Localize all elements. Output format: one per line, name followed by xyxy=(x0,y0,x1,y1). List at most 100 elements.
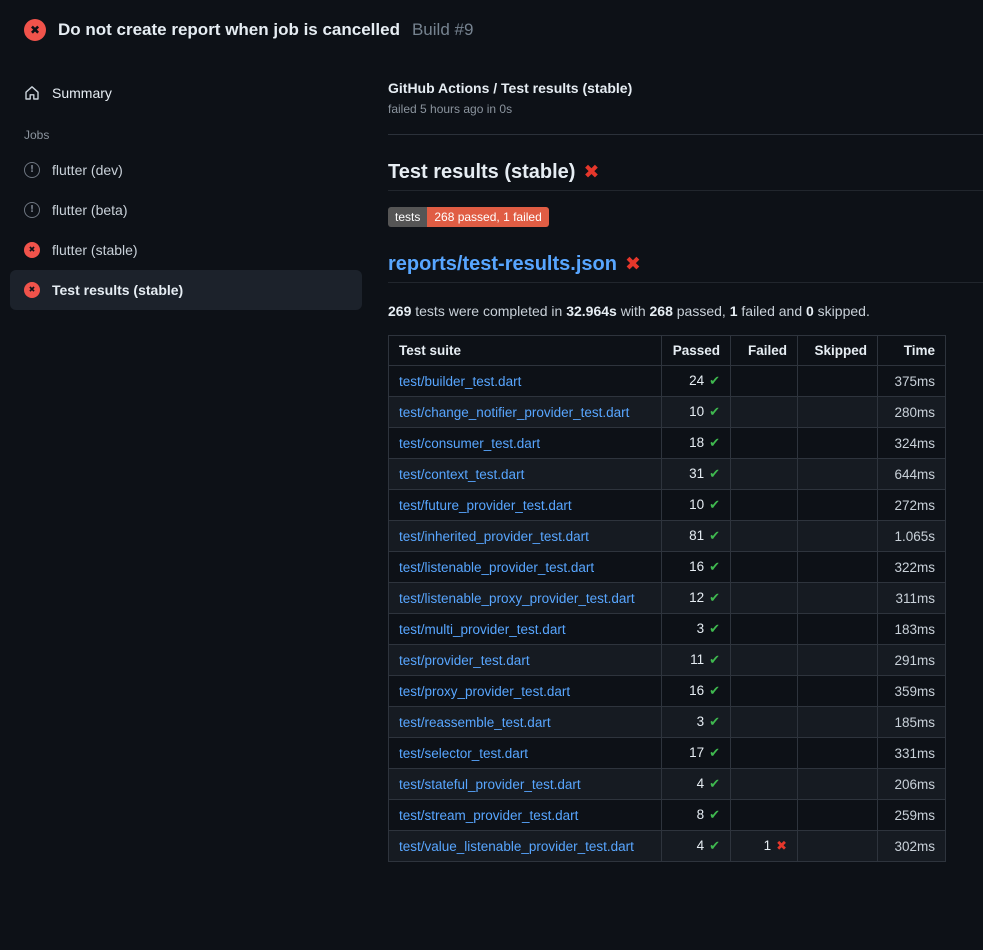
sidebar-job-item[interactable]: ✖ Test results (stable) xyxy=(10,270,362,310)
suite-link[interactable]: test/consumer_test.dart xyxy=(399,436,540,451)
main-content: GitHub Actions / Test results (stable) f… xyxy=(372,56,983,862)
failed-cell: 1✖ xyxy=(731,831,798,862)
suite-link[interactable]: test/selector_test.dart xyxy=(399,746,528,761)
check-icon: ✔ xyxy=(709,436,720,451)
failed-cell xyxy=(731,583,798,614)
table-row: test/listenable_provider_test.dart 16✔ 3… xyxy=(389,552,946,583)
summary-label: Summary xyxy=(52,85,112,101)
suite-cell: test/builder_test.dart xyxy=(389,366,662,397)
suite-link[interactable]: test/listenable_provider_test.dart xyxy=(399,560,594,575)
suite-link[interactable]: test/proxy_provider_test.dart xyxy=(399,684,570,699)
suite-link[interactable]: test/listenable_proxy_provider_test.dart xyxy=(399,591,635,606)
suite-link[interactable]: test/multi_provider_test.dart xyxy=(399,622,566,637)
failed-cell xyxy=(731,490,798,521)
run-build-number: Build #9 xyxy=(412,20,473,40)
check-icon: ✔ xyxy=(709,808,720,823)
time-cell: 311ms xyxy=(878,583,946,614)
time-cell: 375ms xyxy=(878,366,946,397)
time-cell: 183ms xyxy=(878,614,946,645)
time-cell: 272ms xyxy=(878,490,946,521)
sidebar-job-item[interactable]: ✖ flutter (stable) xyxy=(10,230,362,270)
time-cell: 359ms xyxy=(878,676,946,707)
report-title: reports/test-results.json ✖ xyxy=(388,253,983,283)
suite-link[interactable]: test/future_provider_test.dart xyxy=(399,498,572,513)
table-body: test/builder_test.dart 24✔ 375ms test/ch… xyxy=(389,366,946,862)
passed-cell: 17✔ xyxy=(662,738,731,769)
suite-cell: test/inherited_provider_test.dart xyxy=(389,521,662,552)
failed-cell xyxy=(731,366,798,397)
passed-cell: 16✔ xyxy=(662,676,731,707)
sidebar-item-summary[interactable]: Summary xyxy=(10,80,362,106)
time-cell: 1.065s xyxy=(878,521,946,552)
passed-cell: 3✔ xyxy=(662,707,731,738)
badge-label: tests xyxy=(388,207,427,227)
skipped-cell xyxy=(798,428,878,459)
skipped-cell xyxy=(798,738,878,769)
table-row: test/value_listenable_provider_test.dart… xyxy=(389,831,946,862)
col-header-test-suite: Test suite xyxy=(389,336,662,366)
cross-mark-icon: ✖ xyxy=(625,253,641,275)
table-row: test/reassemble_test.dart 3✔ 185ms xyxy=(389,707,946,738)
suite-cell: test/provider_test.dart xyxy=(389,645,662,676)
passed-cell: 4✔ xyxy=(662,831,731,862)
time-cell: 302ms xyxy=(878,831,946,862)
skipped-cell xyxy=(798,707,878,738)
check-icon: ✔ xyxy=(709,591,720,606)
skipped-cell xyxy=(798,800,878,831)
check-icon: ✔ xyxy=(709,622,720,637)
check-icon: ✔ xyxy=(709,839,720,854)
cancelled-icon: ! xyxy=(24,202,40,218)
passed-cell: 10✔ xyxy=(662,490,731,521)
failed-cell xyxy=(731,552,798,583)
divider xyxy=(388,134,983,135)
failed-cell xyxy=(731,521,798,552)
time-cell: 206ms xyxy=(878,769,946,800)
table-header-row: Test suite Passed Failed Skipped Time xyxy=(389,336,946,366)
x-circle-icon: ✖ xyxy=(24,19,46,41)
col-header-passed: Passed xyxy=(662,336,731,366)
suite-link[interactable]: test/context_test.dart xyxy=(399,467,524,482)
suite-link[interactable]: test/reassemble_test.dart xyxy=(399,715,551,730)
check-icon: ✔ xyxy=(709,374,720,389)
failed-cell xyxy=(731,707,798,738)
skipped-cell xyxy=(798,521,878,552)
check-icon: ✔ xyxy=(709,560,720,575)
skipped-cell xyxy=(798,645,878,676)
sidebar: Summary Jobs ! flutter (dev) ! flutter (… xyxy=(0,56,372,310)
breadcrumb: GitHub Actions / Test results (stable) xyxy=(388,80,983,96)
sidebar-job-item[interactable]: ! flutter (dev) xyxy=(10,150,362,190)
report-link[interactable]: reports/test-results.json xyxy=(388,253,617,275)
suite-link[interactable]: test/stream_provider_test.dart xyxy=(399,808,578,823)
table-row: test/consumer_test.dart 18✔ 324ms xyxy=(389,428,946,459)
time-cell: 324ms xyxy=(878,428,946,459)
col-header-failed: Failed xyxy=(731,336,798,366)
skipped-cell xyxy=(798,583,878,614)
check-icon: ✔ xyxy=(709,405,720,420)
suite-link[interactable]: test/change_notifier_provider_test.dart xyxy=(399,405,629,420)
suite-cell: test/listenable_proxy_provider_test.dart xyxy=(389,583,662,614)
time-cell: 331ms xyxy=(878,738,946,769)
skipped-cell xyxy=(798,459,878,490)
passed-cell: 16✔ xyxy=(662,552,731,583)
failed-cell xyxy=(731,614,798,645)
suite-link[interactable]: test/builder_test.dart xyxy=(399,374,521,389)
table-row: test/provider_test.dart 11✔ 291ms xyxy=(389,645,946,676)
sidebar-job-item[interactable]: ! flutter (beta) xyxy=(10,190,362,230)
time-cell: 291ms xyxy=(878,645,946,676)
check-icon: ✔ xyxy=(709,653,720,668)
run-meta: failed 5 hours ago in 0s xyxy=(388,102,983,116)
jobs-section-label: Jobs xyxy=(10,128,362,142)
results-table: Test suite Passed Failed Skipped Time te… xyxy=(388,335,946,862)
skipped-cell xyxy=(798,552,878,583)
suite-link[interactable]: test/provider_test.dart xyxy=(399,653,530,668)
suite-link[interactable]: test/inherited_provider_test.dart xyxy=(399,529,589,544)
table-row: test/future_provider_test.dart 10✔ 272ms xyxy=(389,490,946,521)
time-cell: 644ms xyxy=(878,459,946,490)
suite-cell: test/multi_provider_test.dart xyxy=(389,614,662,645)
time-cell: 280ms xyxy=(878,397,946,428)
suite-link[interactable]: test/stateful_provider_test.dart xyxy=(399,777,581,792)
jobs-list: ! flutter (dev) ! flutter (beta) ✖ flutt… xyxy=(10,150,362,310)
table-row: test/stateful_provider_test.dart 4✔ 206m… xyxy=(389,769,946,800)
job-label: Test results (stable) xyxy=(52,282,183,298)
suite-link[interactable]: test/value_listenable_provider_test.dart xyxy=(399,839,634,854)
